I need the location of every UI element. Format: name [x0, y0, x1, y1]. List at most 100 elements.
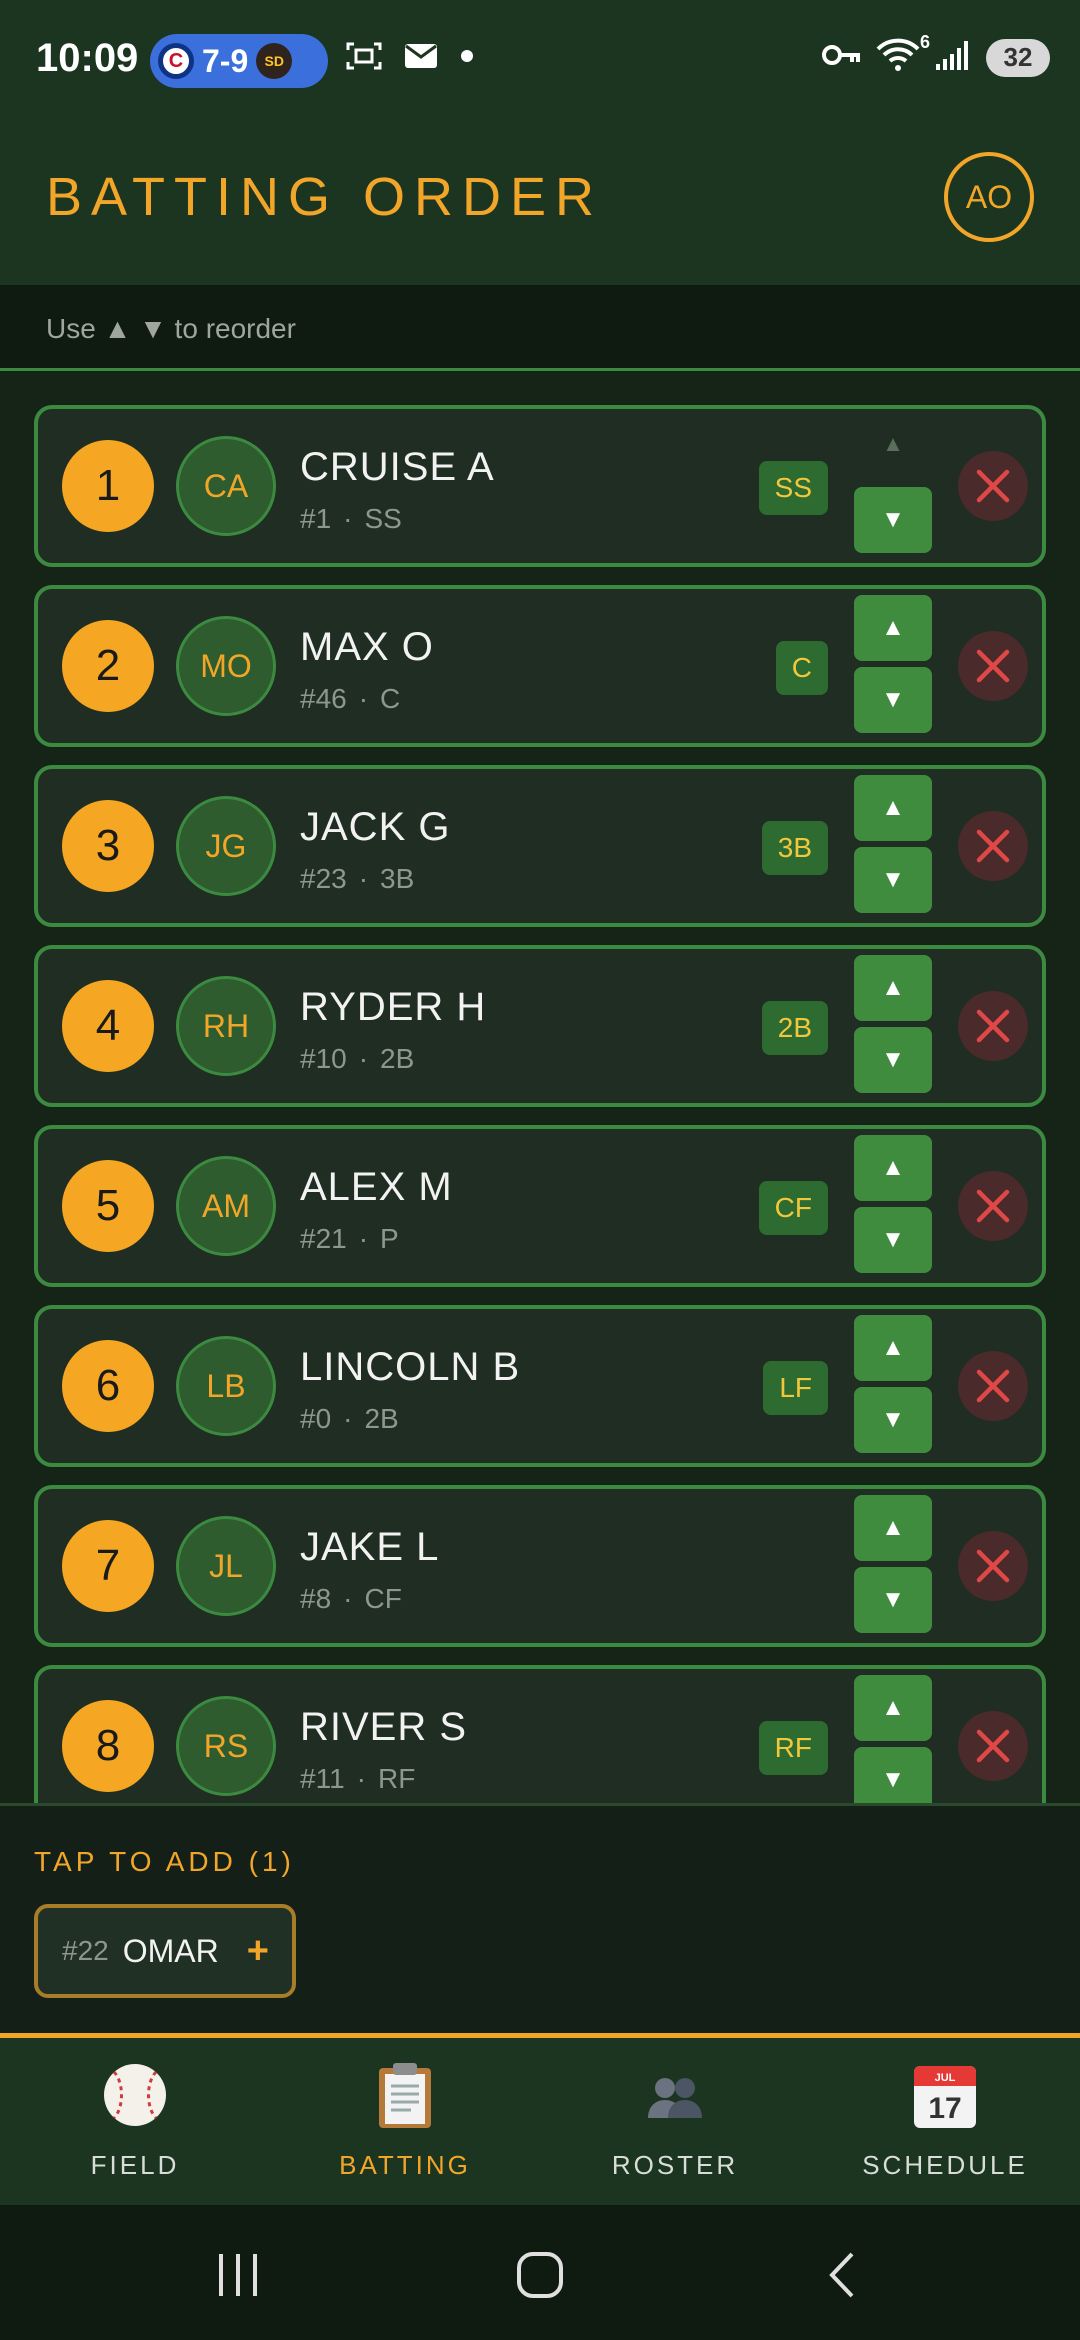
player-details: #46 · C — [300, 683, 400, 715]
move-up-button[interactable]: ▲ — [854, 955, 932, 1021]
player-primary-position: P — [380, 1223, 399, 1254]
home-team-logo: SD — [256, 43, 293, 79]
bench-player-number: #22 — [62, 1935, 109, 1966]
live-score-pill[interactable]: C 7-9 SD — [150, 34, 328, 88]
close-icon — [976, 649, 1010, 683]
move-down-button[interactable]: ▼ — [854, 667, 932, 733]
nav-field[interactable]: FIELD — [0, 2038, 270, 2205]
player-name: ALEX M — [300, 1165, 453, 1209]
player-primary-position: 2B — [364, 1403, 399, 1434]
assigned-position-badge[interactable]: 2B — [761, 1001, 828, 1055]
away-team-logo: C — [158, 43, 194, 79]
move-down-button[interactable]: ▼ — [854, 487, 932, 553]
assigned-position-badge[interactable]: 3B — [761, 821, 828, 875]
remove-player-button[interactable] — [958, 1531, 1028, 1601]
player-avatar: MO — [176, 616, 276, 716]
recent-apps-button[interactable] — [208, 2245, 268, 2305]
remove-player-button[interactable] — [958, 1171, 1028, 1241]
player-name: JAKE L — [300, 1525, 440, 1569]
remove-player-button[interactable] — [958, 631, 1028, 701]
assigned-position-badge[interactable]: CF — [758, 1181, 828, 1235]
nav-schedule[interactable]: JUL 17 SCHEDULE — [810, 2038, 1080, 2205]
remove-player-button[interactable] — [958, 1711, 1028, 1781]
move-down-button[interactable]: ▼ — [854, 847, 932, 913]
move-up-button[interactable]: ▲ — [854, 595, 932, 661]
player-details: #8 · CF — [300, 1583, 402, 1615]
lineup-row[interactable]: 8 RS RIVER S #11 · RF RF ▲ ▼ — [34, 1665, 1046, 1803]
player-name: RIVER S — [300, 1705, 468, 1749]
nav-batting[interactable]: BATTING — [270, 2038, 540, 2205]
people-icon — [540, 2060, 810, 2136]
bench-player-chip[interactable]: #22 OMAR + — [34, 1904, 296, 1998]
lineup-row[interactable]: 7 JL JAKE L #8 · CF ▲ ▼ — [34, 1485, 1046, 1647]
nav-roster-label: ROSTER — [611, 2150, 739, 2180]
player-name: LINCOLN B — [300, 1345, 521, 1389]
assigned-position-badge[interactable]: LF — [763, 1361, 828, 1415]
move-up-disabled: ▲ — [882, 431, 904, 456]
remove-player-button[interactable] — [958, 1351, 1028, 1421]
player-avatar: AM — [176, 1156, 276, 1256]
move-up-button[interactable]: ▲ — [854, 1315, 932, 1381]
player-details: #0 · 2B — [300, 1403, 399, 1435]
move-up-button[interactable]: ▲ — [854, 1675, 932, 1741]
screenshot-icon — [346, 40, 382, 77]
lineup-row[interactable]: 3 JG JACK G #23 · 3B 3B ▲ ▼ — [34, 765, 1046, 927]
detail-separator: · — [356, 1763, 366, 1794]
move-down-button[interactable]: ▼ — [854, 1207, 932, 1273]
remove-player-button[interactable] — [958, 991, 1028, 1061]
player-number: #11 — [300, 1763, 345, 1794]
status-time: 10:09 — [36, 36, 139, 80]
move-down-button[interactable]: ▼ — [854, 1747, 932, 1803]
lineup-row[interactable]: 2 MO MAX O #46 · C C ▲ ▼ — [34, 585, 1046, 747]
batting-order-number: 3 — [62, 800, 154, 892]
assigned-position-badge[interactable]: C — [775, 641, 828, 695]
player-avatar: RS — [176, 1696, 276, 1796]
tap-to-add-title: TAP TO ADD (1) — [34, 1846, 295, 1877]
assigned-position-badge[interactable]: RF — [758, 1721, 828, 1775]
close-icon — [976, 1369, 1010, 1403]
batting-order-number: 7 — [62, 1520, 154, 1612]
lineup-row[interactable]: 6 LB LINCOLN B #0 · 2B LF ▲ ▼ — [34, 1305, 1046, 1467]
assigned-position-badge[interactable]: SS — [758, 461, 828, 515]
remove-player-button[interactable] — [958, 811, 1028, 881]
move-up-button[interactable]: ▲ — [854, 775, 932, 841]
nav-schedule-label: SCHEDULE — [862, 2150, 1028, 2180]
move-up-button[interactable]: ▲ — [854, 1495, 932, 1561]
detail-separator: · — [343, 1583, 353, 1614]
lineup-row[interactable]: 4 RH RYDER H #10 · 2B 2B ▲ ▼ — [34, 945, 1046, 1107]
move-down-button[interactable]: ▼ — [854, 1027, 932, 1093]
signal-icon — [934, 38, 972, 77]
user-avatar-button[interactable]: AO — [944, 152, 1034, 242]
player-number: #23 — [300, 863, 347, 894]
batting-order-number: 6 — [62, 1340, 154, 1432]
move-down-button[interactable]: ▼ — [854, 1567, 932, 1633]
lineup-row[interactable]: 5 AM ALEX M #21 · P CF ▲ ▼ — [34, 1125, 1046, 1287]
player-primary-position: C — [380, 683, 401, 714]
player-name: RYDER H — [300, 985, 487, 1029]
player-avatar: RH — [176, 976, 276, 1076]
home-button[interactable] — [510, 2245, 570, 2305]
detail-separator: · — [343, 1403, 353, 1434]
close-icon — [976, 1729, 1010, 1763]
close-icon — [976, 1189, 1010, 1223]
app-header: BATTING ORDER AO — [0, 120, 1080, 285]
batting-order-number: 8 — [62, 1700, 154, 1792]
move-down-button[interactable]: ▼ — [854, 1387, 932, 1453]
status-bar: 10:09 C 7-9 SD 6 32 — [0, 0, 1080, 120]
player-avatar: JL — [176, 1516, 276, 1616]
nav-batting-label: BATTING — [339, 2150, 471, 2180]
lineup-row[interactable]: 1 CA CRUISE A #1 · SS SS ▲ ▼ — [34, 405, 1046, 567]
nav-roster[interactable]: ROSTER — [540, 2038, 810, 2205]
detail-separator: · — [343, 503, 353, 534]
move-up-button[interactable]: ▲ — [854, 1135, 932, 1201]
close-icon — [976, 829, 1010, 863]
batting-order-number: 1 — [62, 440, 154, 532]
bench-player-name: OMAR — [122, 1932, 219, 1969]
remove-player-button[interactable] — [958, 451, 1028, 521]
batting-order-list[interactable]: 1 CA CRUISE A #1 · SS SS ▲ ▼ 2 MO MAX O #46 · C C ▲ ▼ 3 JG J… — [0, 371, 1080, 1803]
back-button[interactable] — [812, 2245, 872, 2305]
player-number: #1 — [300, 503, 332, 534]
battery-indicator: 32 — [986, 38, 1050, 77]
system-status-icons: 6 32 — [822, 32, 1050, 77]
detail-separator: · — [358, 1223, 369, 1254]
